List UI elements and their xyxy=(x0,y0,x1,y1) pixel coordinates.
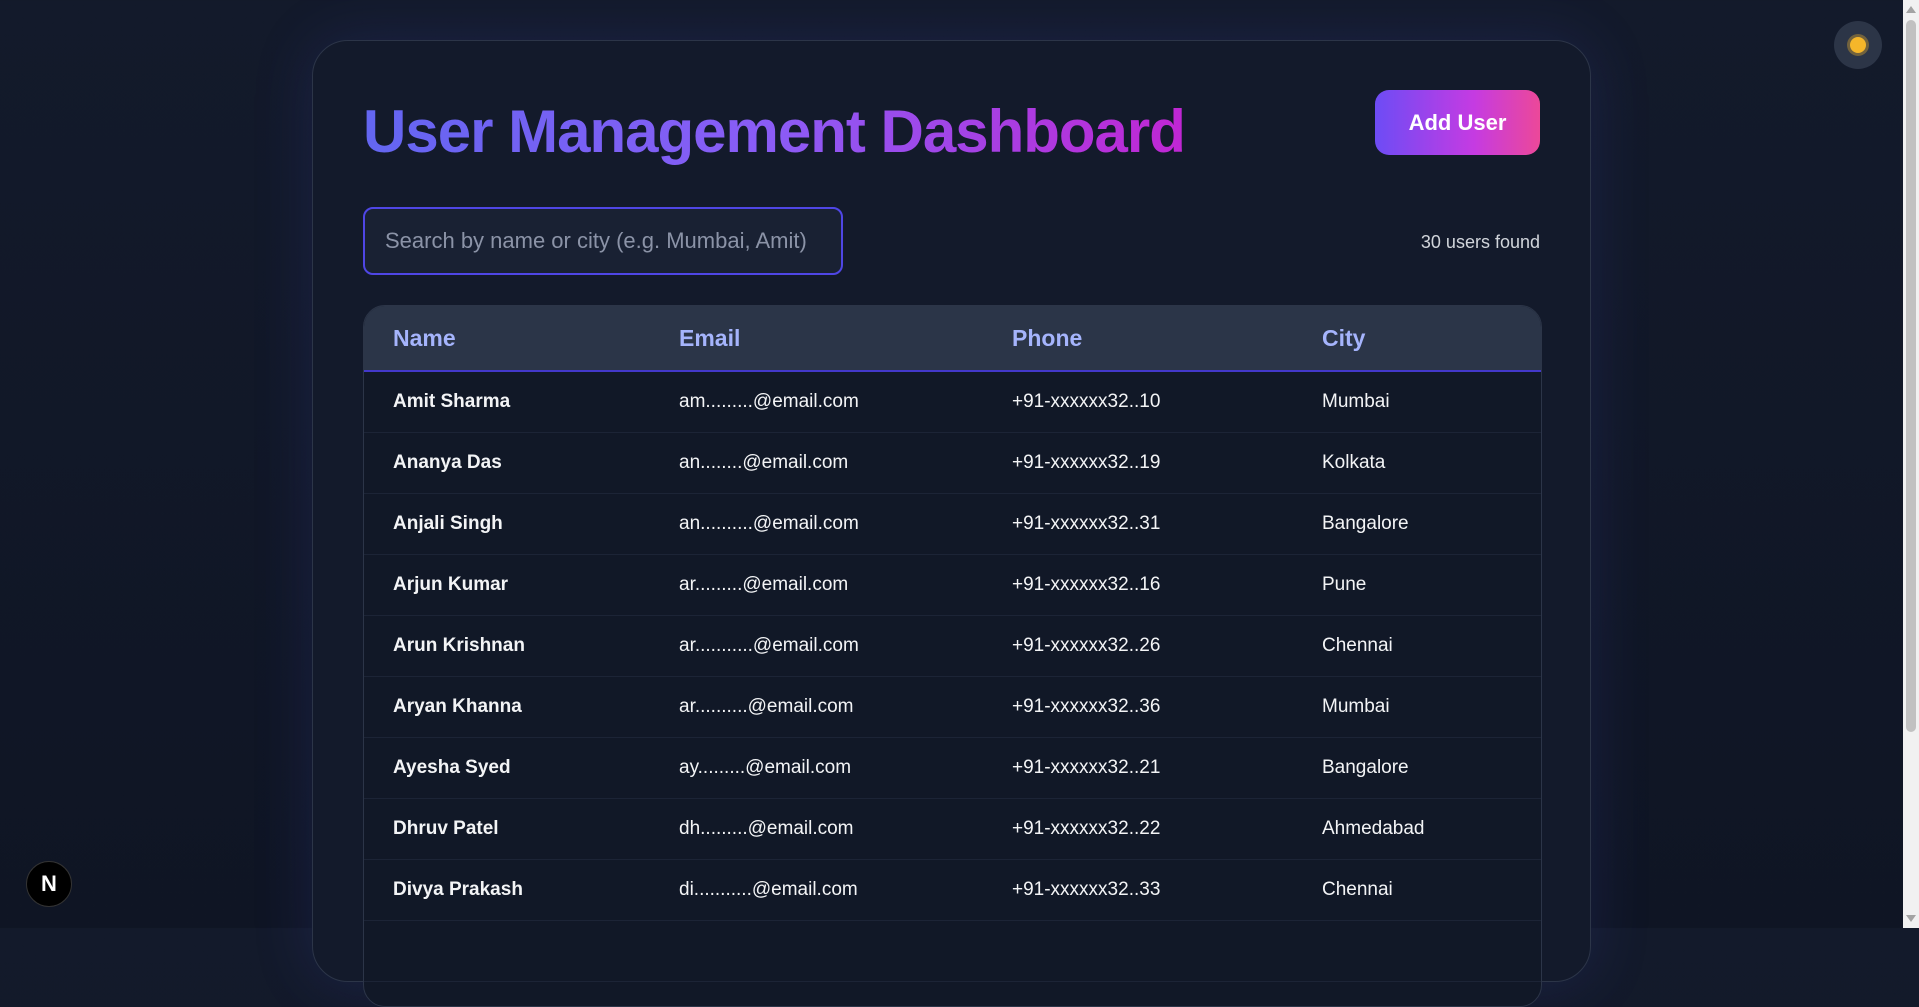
user-name xyxy=(364,920,650,981)
user-phone: +91-xxxxxx32..26 xyxy=(1012,634,1161,656)
column-header-email[interactable]: Email xyxy=(650,306,983,371)
user-city: Ahmedabad xyxy=(1322,817,1425,839)
user-phone: +91-xxxxxx32..16 xyxy=(1012,573,1161,595)
column-header-phone[interactable]: Phone xyxy=(983,306,1293,371)
user-name: Aryan Khanna xyxy=(393,695,522,717)
user-email: ar..........@email.com xyxy=(679,695,854,717)
table-row[interactable]: Dhruv Patel dh.........@email.com +91-xx… xyxy=(364,798,1541,859)
user-city: Mumbai xyxy=(1322,390,1390,412)
table-row[interactable] xyxy=(364,920,1541,981)
column-header-city[interactable]: City xyxy=(1293,306,1541,371)
scroll-down-arrow-icon[interactable] xyxy=(1906,915,1916,922)
user-email: ar...........@email.com xyxy=(679,634,859,656)
add-user-button[interactable]: Add User xyxy=(1375,90,1540,155)
user-phone xyxy=(983,920,1293,981)
user-email: am.........@email.com xyxy=(679,390,859,412)
user-email: di...........@email.com xyxy=(679,878,858,900)
table-row[interactable]: Ananya Das an........@email.com +91-xxxx… xyxy=(364,432,1541,493)
user-name: Dhruv Patel xyxy=(393,817,499,839)
user-name: Divya Prakash xyxy=(393,878,523,900)
page-title: User Management Dashboard xyxy=(363,98,1186,165)
results-count: 30 users found xyxy=(1420,232,1540,252)
user-city: Chennai xyxy=(1322,878,1393,900)
table-row[interactable]: Aryan Khanna ar..........@email.com +91-… xyxy=(364,676,1541,737)
user-email: ay.........@email.com xyxy=(679,756,852,778)
user-city xyxy=(1293,920,1541,981)
scrollbar-thumb[interactable] xyxy=(1906,20,1916,732)
table-header-row: Name Email Phone City xyxy=(364,306,1541,371)
user-email xyxy=(650,920,983,981)
user-name: Arjun Kumar xyxy=(393,573,509,595)
dashboard-card: User Management Dashboard Add User 30 us… xyxy=(312,40,1591,1007)
user-city: Pune xyxy=(1322,573,1367,595)
user-city: Kolkata xyxy=(1322,451,1386,473)
table-row[interactable]: Anjali Singh an..........@email.com +91-… xyxy=(364,493,1541,554)
user-email: ar.........@email.com xyxy=(679,573,849,595)
user-email: an........@email.com xyxy=(679,451,849,473)
user-phone: +91-xxxxxx32..21 xyxy=(1012,756,1161,778)
user-phone: +91-xxxxxx32..10 xyxy=(1012,390,1161,412)
user-city: Bangalore xyxy=(1322,512,1409,534)
page-scrollbar[interactable] xyxy=(1903,0,1919,928)
table-row[interactable]: Divya Prakash di...........@email.com +9… xyxy=(364,859,1541,920)
users-table: Name Email Phone City Amit Sharma am....… xyxy=(363,305,1542,1007)
search-input[interactable] xyxy=(363,207,843,275)
user-city: Bangalore xyxy=(1322,756,1409,778)
theme-toggle-button[interactable] xyxy=(1834,21,1882,69)
user-phone: +91-xxxxxx32..22 xyxy=(1012,817,1161,839)
user-phone: +91-xxxxxx32..33 xyxy=(1012,878,1161,900)
table-row[interactable]: Arun Krishnan ar...........@email.com +9… xyxy=(364,615,1541,676)
scroll-up-arrow-icon[interactable] xyxy=(1906,6,1916,13)
user-name: Anjali Singh xyxy=(393,512,503,534)
table-row[interactable]: Ayesha Syed ay.........@email.com +91-xx… xyxy=(364,737,1541,798)
user-email: an..........@email.com xyxy=(679,512,859,534)
user-city: Chennai xyxy=(1322,634,1393,656)
user-phone: +91-xxxxxx32..36 xyxy=(1012,695,1161,717)
user-email: dh.........@email.com xyxy=(679,817,854,839)
dev-indicator-badge[interactable]: N xyxy=(26,861,72,907)
user-phone: +91-xxxxxx32..19 xyxy=(1012,451,1161,473)
user-name: Amit Sharma xyxy=(393,390,511,412)
table-row[interactable]: Arjun Kumar ar.........@email.com +91-xx… xyxy=(364,554,1541,615)
column-header-name[interactable]: Name xyxy=(364,306,650,371)
user-name: Ananya Das xyxy=(393,451,502,473)
table-row[interactable]: Amit Sharma am.........@email.com +91-xx… xyxy=(364,371,1541,432)
user-name: Arun Krishnan xyxy=(393,634,525,656)
user-city: Mumbai xyxy=(1322,695,1390,717)
user-name: Ayesha Syed xyxy=(393,756,511,778)
sun-icon xyxy=(1850,37,1866,53)
user-phone: +91-xxxxxx32..31 xyxy=(1012,512,1161,534)
